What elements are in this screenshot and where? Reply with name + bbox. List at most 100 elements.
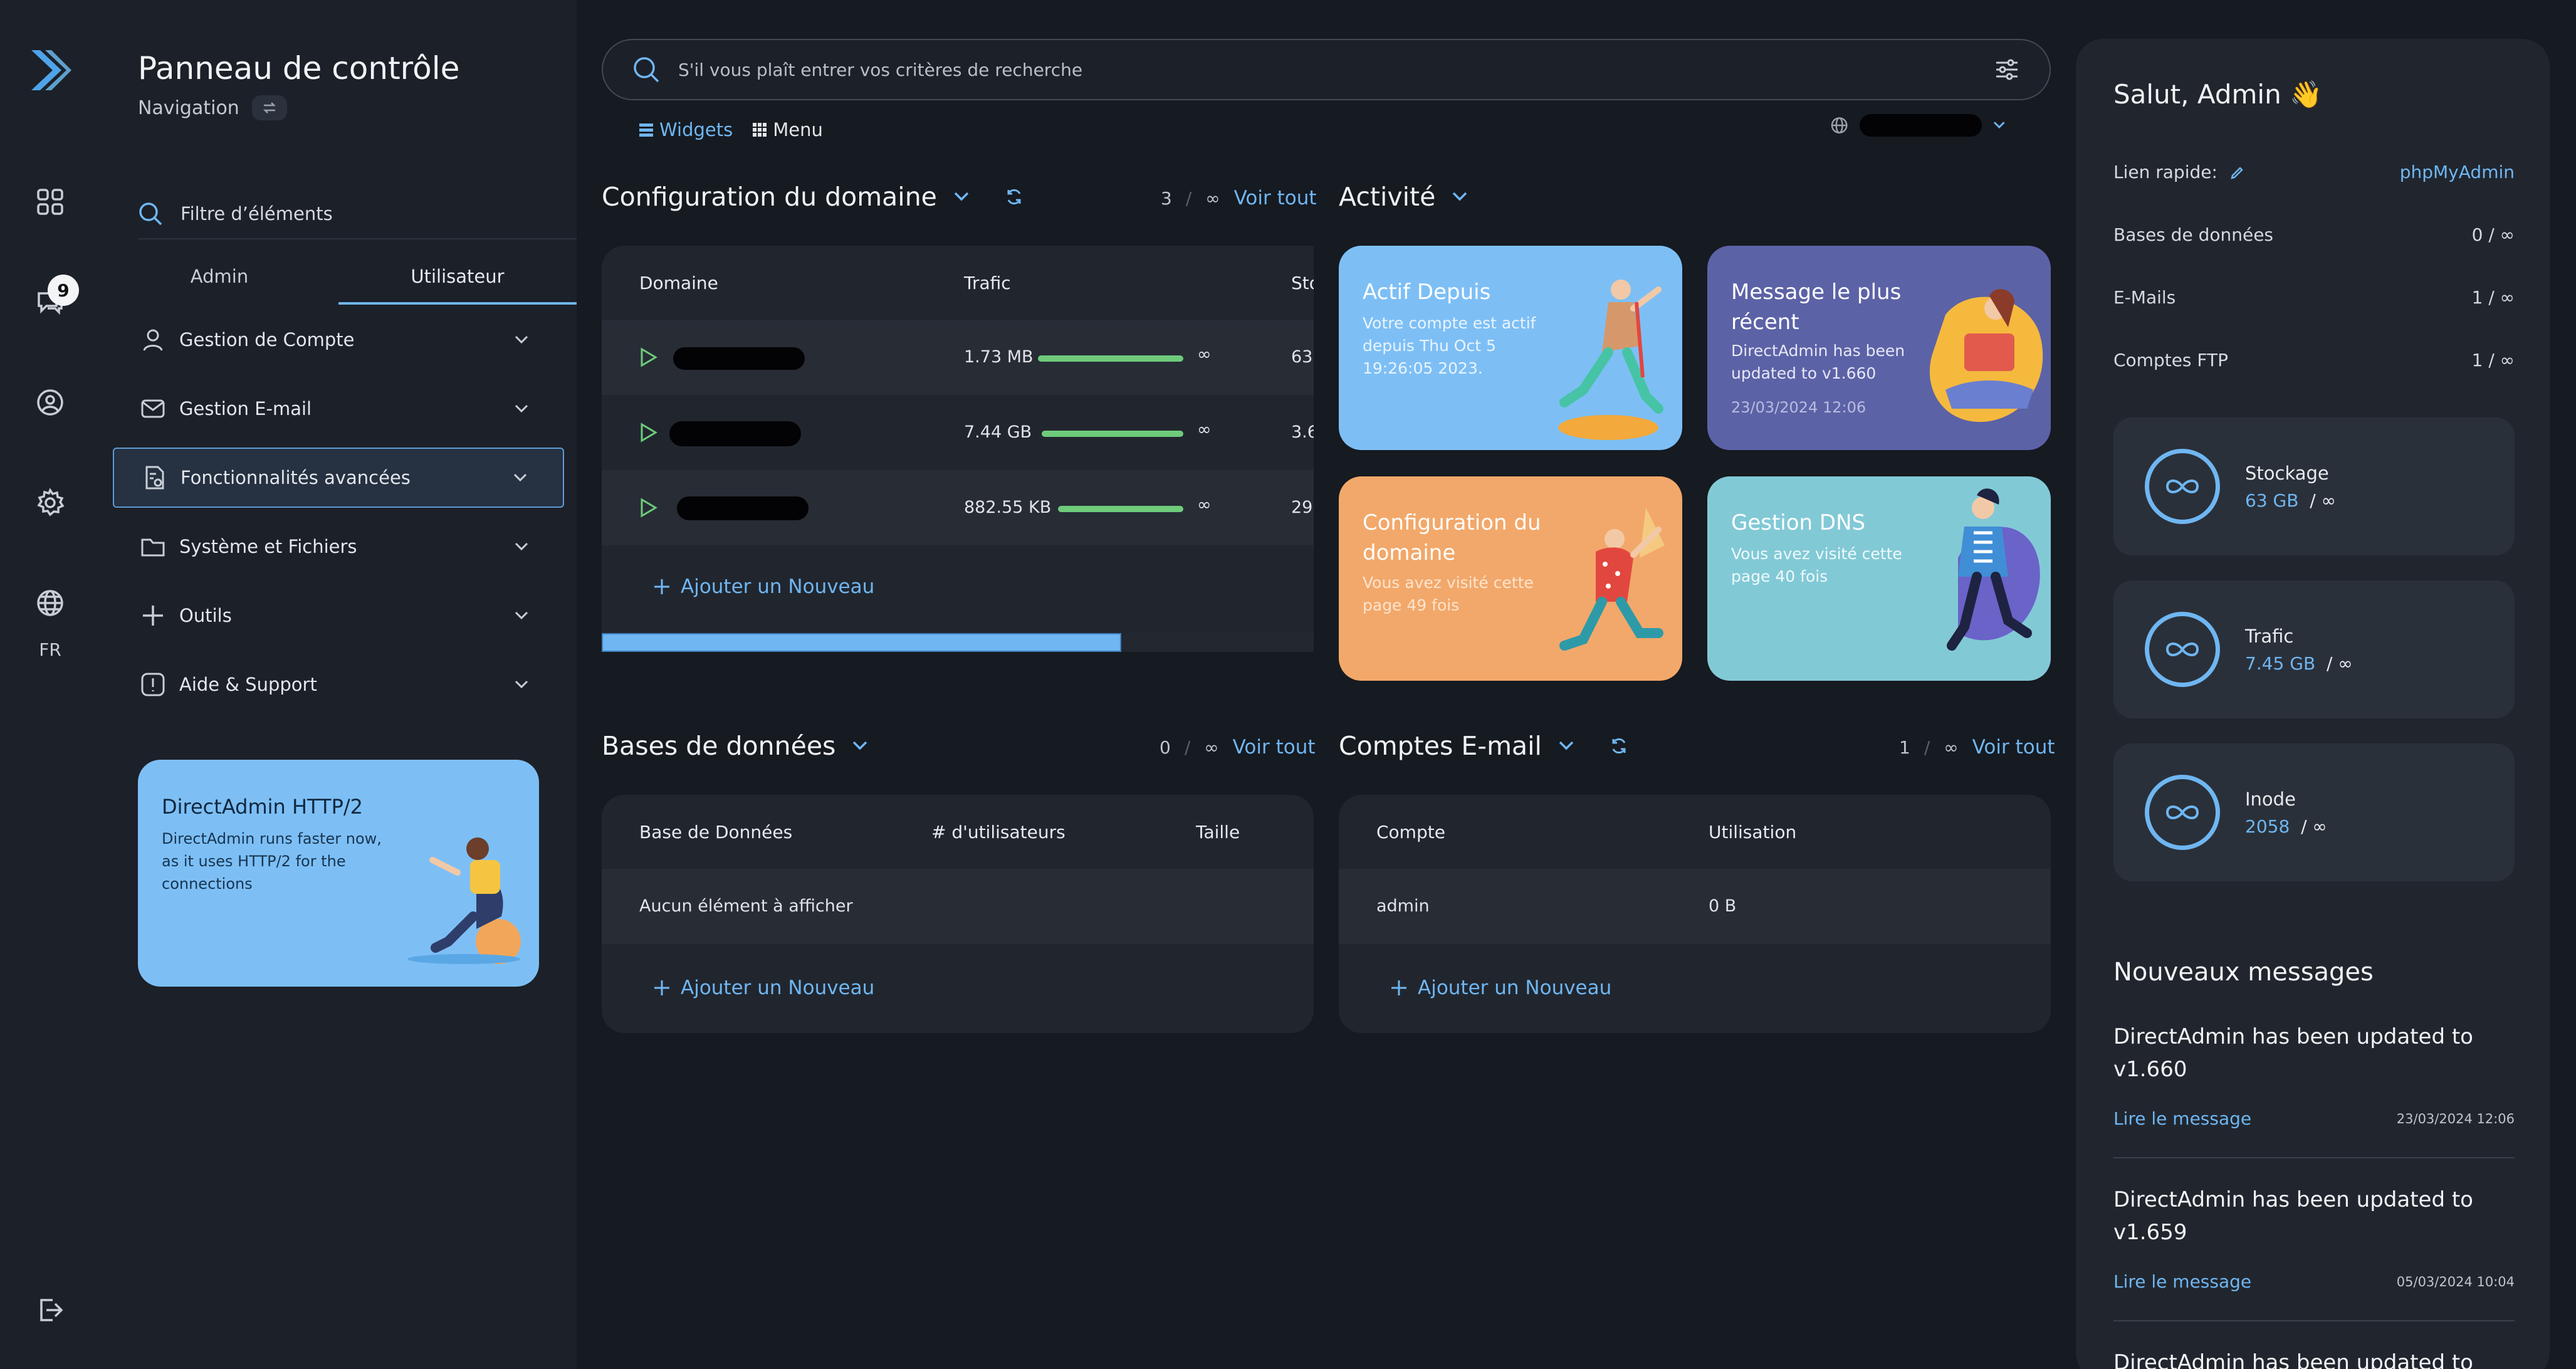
stat-label: Stockage [2245,463,2329,484]
directadmin-logo-icon[interactable] [25,45,75,95]
view-toggle: Widgets Menu [638,119,823,140]
menu-view-button[interactable]: Menu [751,119,823,140]
menu-label: Outils [179,605,232,626]
column-header: Compte [1376,821,1445,842]
section-title: Bases de données [602,731,836,761]
user-icon [143,329,163,351]
column-header: Sto [1291,272,1314,293]
filter-items-input[interactable]: Filtre d’éléments [138,189,577,239]
message-date: 23/03/2024 12:06 [2396,1111,2515,1126]
card-text: Votre compte est actif depuis Thu Oct 5 … [1363,314,1536,377]
activity-card-active-since[interactable]: Actif Depuis Votre compte est actif depu… [1339,246,1682,450]
domains-view-all-link[interactable]: Voir tout [1234,187,1317,209]
email-view-all-link[interactable]: Voir tout [1972,736,2055,758]
read-message-link[interactable]: Lire le message [2113,1271,2397,1292]
settings-gear-icon[interactable] [25,478,75,528]
menu-aide-support[interactable]: Aide & Support [113,654,564,715]
profile-icon[interactable] [25,377,75,427]
language-code[interactable]: FR [0,639,100,660]
database-count: 0 [1160,737,1171,758]
promo-text: DirectAdmin runs faster now, as it uses … [162,830,382,893]
navigation-panel: Panneau de contrôle Navigation Filtre d’… [100,0,577,1369]
table-row[interactable]: admin 0 B [1339,869,2051,944]
traffic-bar [1042,431,1183,437]
menu-fonctionnalites-avancees[interactable]: Fonctionnalités avancées [113,448,564,508]
menu-systeme-et-fichiers[interactable]: Système et Fichiers [113,517,564,577]
domains-horizontal-scrollbar[interactable] [602,633,1314,652]
menu-gestion-email[interactable]: Gestion E-mail [113,379,564,439]
email-add-new-button[interactable]: Ajouter un Nouveau [1390,977,1611,999]
chevron-down-icon[interactable] [1452,191,1468,202]
chevron-down-icon [515,611,528,620]
databases-add-new-button[interactable]: Ajouter un Nouveau [653,977,874,999]
domains-section-header: Configuration du domaine [602,182,1024,212]
kneeling-person-illustration-icon [1559,508,1665,651]
card-title: Actif Depuis [1363,280,1491,305]
count-label: E-Mails [2113,287,2176,308]
stat-limit: / ∞ [2301,816,2327,837]
filter-sliders-icon[interactable] [1994,57,2019,82]
play-icon[interactable] [639,498,658,518]
plus-icon [654,980,669,995]
swap-icon[interactable] [251,95,287,120]
stat-used: 2058 [2245,816,2290,837]
traffic-value: 7.44 GB [964,422,1032,442]
card-title: Configuration du domaine [1363,510,1541,565]
refresh-icon[interactable] [1610,737,1628,755]
databases-count: 0/ ∞ Voir tout [1160,736,1316,758]
card-date: 23/03/2024 12:06 [1731,399,1867,416]
domain-selector[interactable] [1830,113,2006,138]
menu-gestion-de-compte[interactable]: Gestion de Compte [113,310,564,370]
chevron-down-icon [515,542,528,551]
read-message-link[interactable]: Lire le message [2113,1108,2397,1129]
table-row[interactable]: 7.44 GB ∞ 3.6 [602,395,1314,470]
global-search-input[interactable]: S'il vous plaît entrer vos critères de r… [602,39,2051,100]
phpmyadmin-link[interactable]: phpMyAdmin [2400,162,2515,182]
widgets-view-button[interactable]: Widgets [638,119,733,140]
table-header: Domaine Trafic Sto [602,246,1314,320]
empty-message: Aucun élément à afficher [639,896,853,916]
menu-label: Gestion de Compte [179,329,355,350]
menu-outils[interactable]: Outils [113,585,564,646]
tab-utilisateur[interactable]: Utilisateur [338,251,577,305]
stat-used: 7.45 GB [2245,653,2316,674]
account-name: admin [1376,896,1430,916]
storage-value: 3.6 [1291,422,1314,442]
chevron-down-icon[interactable] [1558,740,1574,752]
column-header: # d'utilisateurs [931,821,1065,842]
section-title: Comptes E-mail [1339,731,1542,761]
card-title: Gestion DNS [1731,510,1866,535]
tab-admin[interactable]: Admin [100,251,338,305]
table-row[interactable]: 1.73 MB ∞ 63 [602,320,1314,395]
search-icon [634,57,659,83]
domains-add-new-button[interactable]: Ajouter un Nouveau [653,575,874,598]
infinity-icon [2145,449,2220,524]
table-row[interactable]: 882.55 KB ∞ 296 [602,470,1314,545]
traffic-value: 882.55 KB [964,498,1052,517]
play-icon[interactable] [639,347,658,367]
activity-card-dns[interactable]: Gestion DNS Vous avez visité cette page … [1707,476,2051,681]
grid-icon [753,123,767,137]
globe-icon [1831,117,1848,134]
language-globe-icon[interactable] [25,578,75,628]
plus-icon [1391,980,1406,995]
edit-pencil-icon[interactable] [2229,165,2244,181]
play-icon[interactable] [639,422,658,443]
activity-card-latest-message[interactable]: Message le plus récent DirectAdmin has b… [1707,246,2051,450]
domain-limit: ∞ [1205,187,1220,209]
activity-card-domain-config[interactable]: Configuration du domaine Vous avez visit… [1339,476,1682,681]
databases-view-all-link[interactable]: Voir tout [1233,736,1316,758]
logout-icon[interactable] [25,1285,75,1335]
dashboard-icon[interactable] [25,177,75,227]
scrollbar-thumb[interactable] [602,633,1122,652]
chevron-down-icon[interactable] [953,191,970,202]
chevron-down-icon[interactable] [852,740,868,752]
infinity-icon [2145,612,2220,687]
mail-icon [141,399,165,418]
quick-link-label: Lien rapide: [2113,162,2217,182]
folder-icon [141,538,165,557]
count-value: 1 / ∞ [2471,287,2515,308]
refresh-icon[interactable] [1005,187,1024,206]
section-title: Activité [1339,182,1436,212]
quick-link-row: Lien rapide: phpMyAdmin [2113,162,2515,182]
